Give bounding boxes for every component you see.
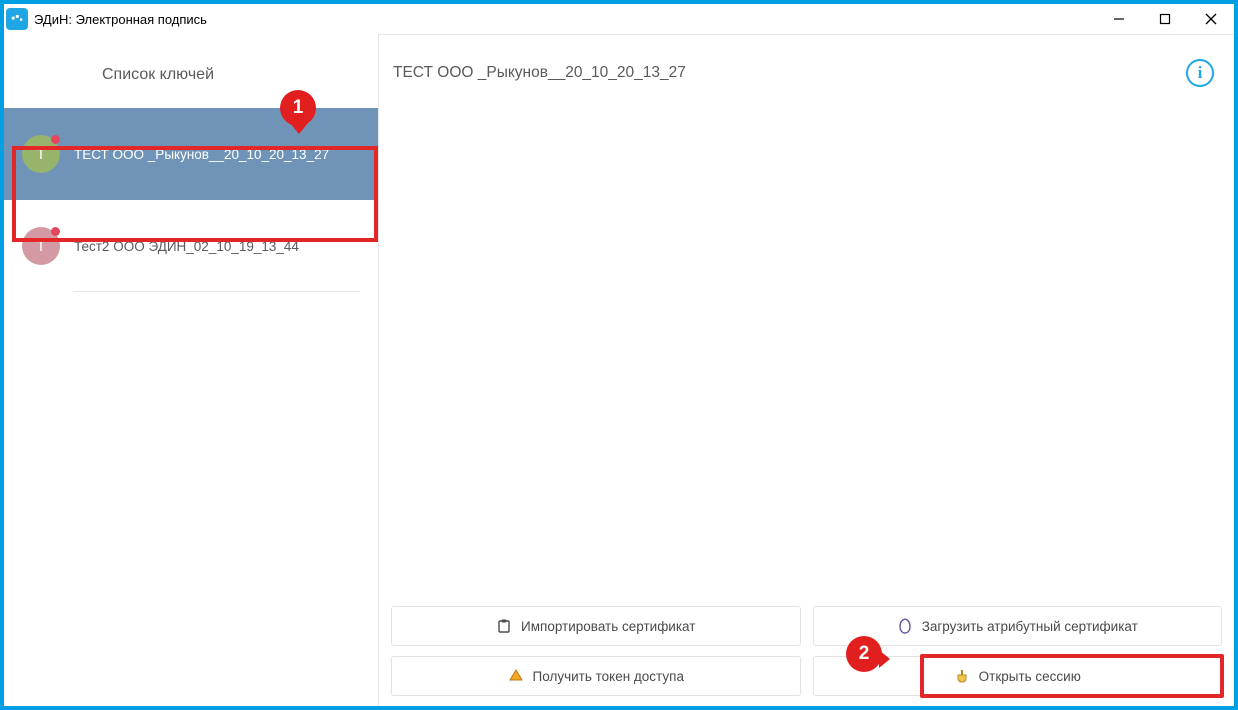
window-controls bbox=[1096, 4, 1234, 34]
info-icon: i bbox=[1198, 63, 1203, 83]
avatar-letter: Т bbox=[36, 146, 45, 163]
titlebar: ЭДиН: Электронная подпись bbox=[4, 4, 1234, 34]
key-label: ТЕСТ ООО _Рыкунов__20_10_20_13_27 bbox=[74, 147, 329, 162]
maximize-button[interactable] bbox=[1142, 4, 1188, 34]
button-label: Загрузить атрибутный сертификат bbox=[922, 619, 1138, 634]
content: Список ключей Т ТЕСТ ООО _Рыкунов__20_10… bbox=[4, 34, 1234, 706]
clipboard-icon bbox=[496, 618, 512, 634]
button-label: Импортировать сертификат bbox=[521, 619, 695, 634]
annotation-callout-2: 2 bbox=[846, 636, 882, 672]
app-icon bbox=[6, 8, 28, 30]
document-icon bbox=[897, 618, 913, 634]
key-label: Тест2 ООО ЭДИН_02_10_19_13_44 bbox=[74, 239, 299, 254]
minimize-button[interactable] bbox=[1096, 4, 1142, 34]
titlebar-left: ЭДиН: Электронная подпись bbox=[6, 8, 207, 30]
action-bar: Импортировать сертификат Загрузить атриб… bbox=[379, 598, 1234, 706]
avatar-letter: Т bbox=[36, 238, 45, 255]
main-body bbox=[379, 107, 1234, 598]
token-icon bbox=[508, 668, 524, 684]
callout-number: 1 bbox=[293, 97, 304, 119]
sidebar-header: Список ключей bbox=[16, 42, 300, 108]
main-title: ТЕСТ ООО _Рыкунов__20_10_20_13_27 bbox=[393, 64, 686, 82]
import-certificate-button[interactable]: Импортировать сертификат bbox=[391, 606, 801, 646]
button-label: Открыть сессию bbox=[979, 669, 1081, 684]
avatar: Т bbox=[22, 227, 60, 265]
key-list-item-1[interactable]: Т Тест2 ООО ЭДИН_02_10_19_13_44 bbox=[4, 200, 378, 292]
window-title: ЭДиН: Электронная подпись bbox=[34, 12, 207, 27]
get-access-token-button[interactable]: Получить токен доступа bbox=[391, 656, 801, 696]
avatar: Т bbox=[22, 135, 60, 173]
footer-wrap: Импортировать сертификат Загрузить атриб… bbox=[379, 598, 1234, 706]
main-header: ТЕСТ ООО _Рыкунов__20_10_20_13_27 i bbox=[379, 35, 1234, 107]
annotation-callout-1: 1 bbox=[280, 90, 316, 126]
status-dot-icon bbox=[51, 135, 60, 144]
session-icon bbox=[954, 668, 970, 684]
button-label: Получить токен доступа bbox=[533, 669, 684, 684]
key-list-item-0[interactable]: Т ТЕСТ ООО _Рыкунов__20_10_20_13_27 bbox=[4, 108, 378, 200]
sidebar: Список ключей Т ТЕСТ ООО _Рыкунов__20_10… bbox=[4, 34, 378, 706]
main-panel: ТЕСТ ООО _Рыкунов__20_10_20_13_27 i Импо… bbox=[378, 34, 1234, 706]
status-dot-icon bbox=[51, 227, 60, 236]
callout-number: 2 bbox=[859, 643, 870, 665]
close-button[interactable] bbox=[1188, 4, 1234, 34]
app-window: ЭДиН: Электронная подпись Список ключей … bbox=[0, 0, 1238, 710]
info-button[interactable]: i bbox=[1186, 59, 1214, 87]
